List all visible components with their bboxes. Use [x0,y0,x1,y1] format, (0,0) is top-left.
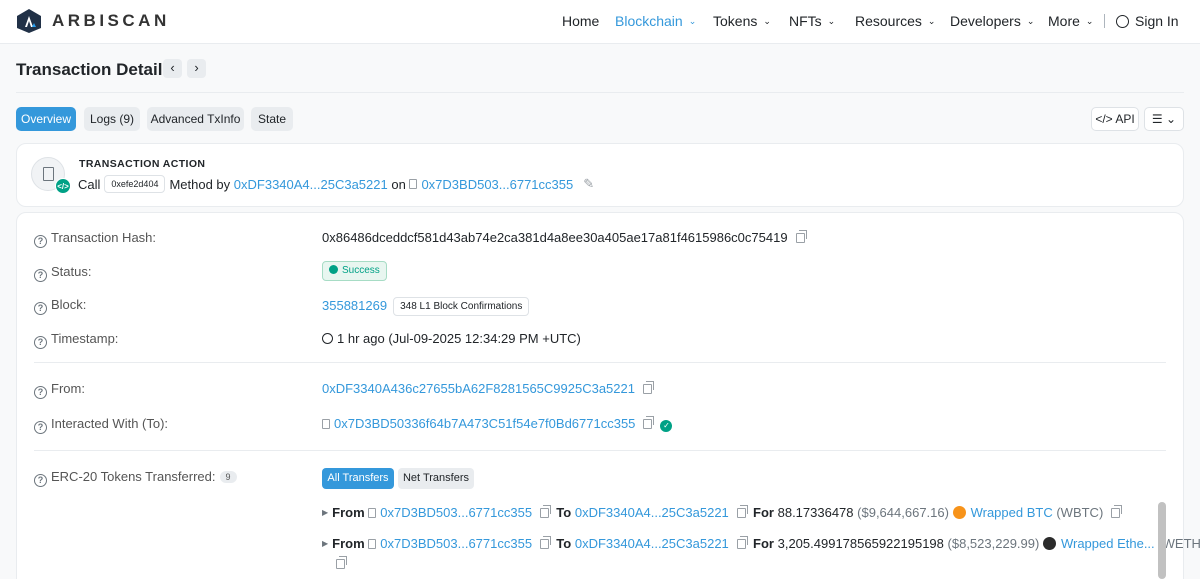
transfer-to-link[interactable]: 0xDF3340A4...25C3a5221 [575,505,729,520]
chevron-down-icon: ⌄ [927,16,936,26]
transaction-action-title: TRANSACTION ACTION [79,158,206,170]
net-transfers-button[interactable]: Net Transfers [398,468,474,489]
timestamp-value: 1 hr ago (Jul-09-2025 12:34:29 PM +UTC) [322,331,581,346]
chevron-down-icon: ⌄ [827,16,836,26]
from-address-link[interactable]: 0xDF3340A436c27655bA62F8281565C9925C3a52… [322,381,635,396]
from-value: 0xDF3340A436c27655bA62F8281565C9925C3a52… [322,381,654,396]
list-icon: ☰ ⌄ [1151,112,1177,126]
to-address-link[interactable]: 0x7D3BD50336f64b7A473C51f54e7f0Bd6771cc3… [334,416,635,431]
contract-icon [322,419,330,429]
block-label: ? Block: [34,297,86,315]
tab-logs[interactable]: Logs (9) [84,107,140,131]
block-link[interactable]: 355881269 [322,298,387,313]
wbtc-token-icon [952,506,966,519]
transfer-row: ▶ From 0x7D3BD503...6771cc355 To 0xDF334… [322,504,1123,520]
chevron-down-icon: ⌄ [1026,16,1035,26]
nav-nfts[interactable]: NFTs ⌄ [789,13,835,29]
tab-state[interactable]: State [251,107,293,131]
all-transfers-button[interactable]: All Transfers [322,468,394,489]
token-link[interactable]: Wrapped BTC [971,505,1053,520]
sign-in-link[interactable]: Sign In [1116,13,1179,29]
transfer-from-link[interactable]: 0x7D3BD503...6771cc355 [380,505,532,520]
copy-icon[interactable] [795,230,807,243]
nav-tokens[interactable]: Tokens ⌄ [713,13,771,29]
contract-icon [409,179,418,189]
next-transaction-button[interactable]: › [187,59,206,78]
question-icon[interactable]: ? [34,269,47,282]
copy-icon[interactable] [1111,504,1123,518]
scrollbar[interactable] [1158,502,1166,579]
copy-icon[interactable] [540,535,552,549]
block-value: 355881269 348 L1 Block Confirmations [322,297,530,316]
transfer-to-link[interactable]: 0xDF3340A4...25C3a5221 [575,536,729,551]
hash-label: ? Transaction Hash: [34,230,156,248]
nav-developers[interactable]: Developers ⌄ [950,13,1034,29]
divider [16,92,1184,93]
contract-icon [368,507,377,518]
prev-transaction-button[interactable]: ‹ [163,59,182,78]
to-label: ? Interacted With (To): [34,416,168,434]
caret-right-icon[interactable]: ▶ [322,508,328,517]
copy-icon[interactable] [736,504,748,518]
code-icon: </> [1095,112,1116,126]
view-options-button[interactable]: ☰ ⌄ [1144,107,1184,131]
transaction-hash: 0x86486dceddcf581d43ab74e2ca381d4a8ee30a… [322,230,807,245]
api-button[interactable]: </> API [1091,107,1139,131]
page-title: Transaction Details [16,60,172,79]
transfer-from-link[interactable]: 0x7D3BD503...6771cc355 [380,536,532,551]
erc20-label: ? ERC-20 Tokens Transferred: 9 [34,469,237,487]
chevron-down-icon: ⌄ [763,16,771,26]
method-id-badge: 0xefe2d404 [104,175,166,193]
status-label: ? Status: [34,264,91,282]
user-circle-icon [1116,15,1129,28]
tab-advanced-txinfo[interactable]: Advanced TxInfo [147,107,244,131]
question-icon[interactable]: ? [34,336,47,349]
question-icon[interactable]: ? [34,474,47,487]
tab-overview[interactable]: Overview [16,107,76,131]
question-icon[interactable]: ? [34,421,47,434]
arbiscan-logo-icon[interactable] [16,8,42,34]
timestamp-label: ? Timestamp: [34,331,118,349]
weth-token-icon [1042,537,1056,550]
question-icon[interactable]: ? [34,235,47,248]
from-label: ? From: [34,381,85,399]
nav-home[interactable]: Home [562,13,599,29]
copy-icon[interactable] [736,535,748,549]
copy-icon[interactable] [643,416,655,429]
chevron-right-icon: › [194,60,199,75]
copy-icon-wrap [336,556,347,571]
nav-more[interactable]: More ⌄ [1048,13,1093,29]
caret-right-icon[interactable]: ▶ [322,539,328,548]
copy-icon[interactable] [336,556,347,569]
nav-divider [1104,14,1105,28]
action-contract-link[interactable]: 0x7D3BD503...6771cc355 [421,177,573,192]
clock-icon [322,333,333,344]
copy-icon[interactable] [540,504,552,518]
transaction-action-line: Call 0xefe2d404 Method by 0xDF3340A4...2… [78,175,595,193]
code-badge-icon: </> [55,178,71,194]
check-circle-icon [329,265,338,274]
pencil-icon[interactable]: ✎ [583,176,594,192]
status-badge: Success [322,261,387,281]
divider [34,450,1166,451]
contract-icon [368,538,377,549]
transfer-row: ▶ From 0x7D3BD503...6771cc355 To 0xDF334… [322,535,1200,551]
chevron-left-icon: ‹ [170,60,175,75]
chevron-down-icon: ⌄ [688,16,697,26]
chevron-down-icon: ⌄ [1085,16,1094,26]
nav-blockchain[interactable]: Blockchain ⌄ [615,13,696,29]
to-value: 0x7D3BD50336f64b7A473C51f54e7f0Bd6771cc3… [322,416,673,432]
question-icon[interactable]: ? [34,386,47,399]
nav-resources[interactable]: Resources ⌄ [855,13,935,29]
question-icon[interactable]: ? [34,302,47,315]
confirmations-badge: 348 L1 Block Confirmations [393,297,530,316]
verified-check-icon: ✓ [660,420,673,432]
brand-name[interactable]: ARBISCAN [52,11,170,31]
divider [34,362,1166,363]
action-from-link[interactable]: 0xDF3340A4...25C3a5221 [234,177,388,192]
copy-icon[interactable] [642,381,654,394]
token-link[interactable]: Wrapped Ethe... [1061,536,1155,551]
transfer-count-badge: 9 [219,471,237,483]
